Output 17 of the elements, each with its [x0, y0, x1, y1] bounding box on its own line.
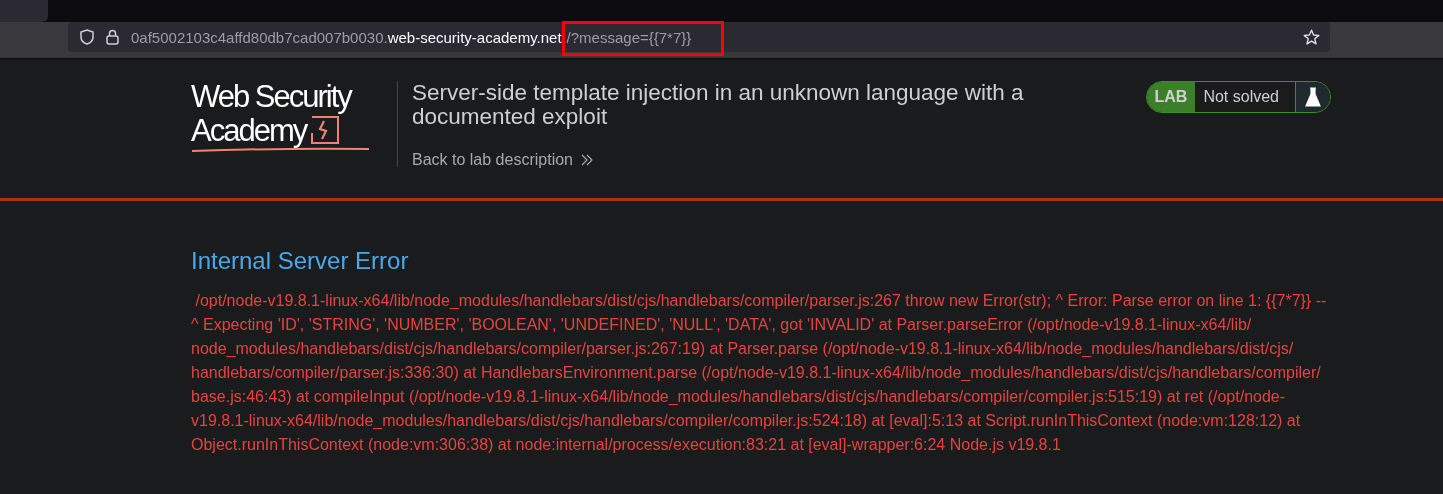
error-heading: Internal Server Error: [191, 247, 410, 275]
chevron-icon: [581, 154, 593, 166]
url-path: /?message={{7*7}}: [566, 28, 692, 46]
lab-title: Server-side template injection in an unknown language with a documented exploit: [412, 81, 1025, 129]
url-subdomain: 0af5002103c4affd80db7cad007b0030.: [131, 28, 388, 46]
back-link[interactable]: Back to lab description: [412, 151, 593, 169]
star-icon[interactable]: [1303, 28, 1320, 46]
error-message: /opt/node-v19.8.1-linux-x64/lib/node_modules/handlebars/dist/cjs/handlebars/compiler/parser.js:267 throw new Error(str); ^ Error: Parse error on line 1: {{7*7}} -- ^ Expecting 'ID', 'STRING', 'NUMBER', 'BOOLEAN', 'UNDEFINED', 'NULL', 'DATA', got 'INVALID' at Parser.parseError (/opt/node-v19.8.1-linux-x64/lib/node_modules/handlebars/dist/cjs/handlebars/compiler/parser.js:267:19) at Parser.parse (/opt/node-v19.8.1-linux-x64/lib/node_modules/handlebars/dist/cjs/handlebars/compiler/parser.js:336:30) at HandlebarsEnvironment.parse (/opt/node-v19.8.1-linux-x64/lib/node_modules/handlebars/dist/cjs/handlebars/compiler/base.js:46:43) at compileInput (/opt/node-v19.8.1-linux-x64/lib/node_modules/handlebars/dist/cjs/handlebars/compiler/compiler.js:515:19) at ret (/opt/node-v19.8.1-linux-x64/lib/node_modules/handlebars/dist/cjs/handlebars/compiler/compiler.js:524:18) at [eval]:5:13 at Script.runInThisContext (node:vm:128:12) at Object.runInThisContext (node:vm:306:38) at node:internal/process/execution:83:21 at [eval]-wrapper:6:24 Node.js v19.8.1: [191, 291, 1328, 455]
logo-text: Academy: [191, 115, 307, 147]
url-domain: web-security-academy.net: [387, 28, 562, 46]
shield-icon[interactable]: [80, 29, 94, 45]
lab-label: LAB: [1146, 82, 1196, 112]
logo-drawing: [310, 113, 341, 147]
logo-underline-icon: [191, 147, 371, 153]
flask-icon: [1305, 87, 1321, 107]
lock-icon[interactable]: [106, 29, 119, 45]
logo-text: Web Security: [191, 81, 353, 113]
